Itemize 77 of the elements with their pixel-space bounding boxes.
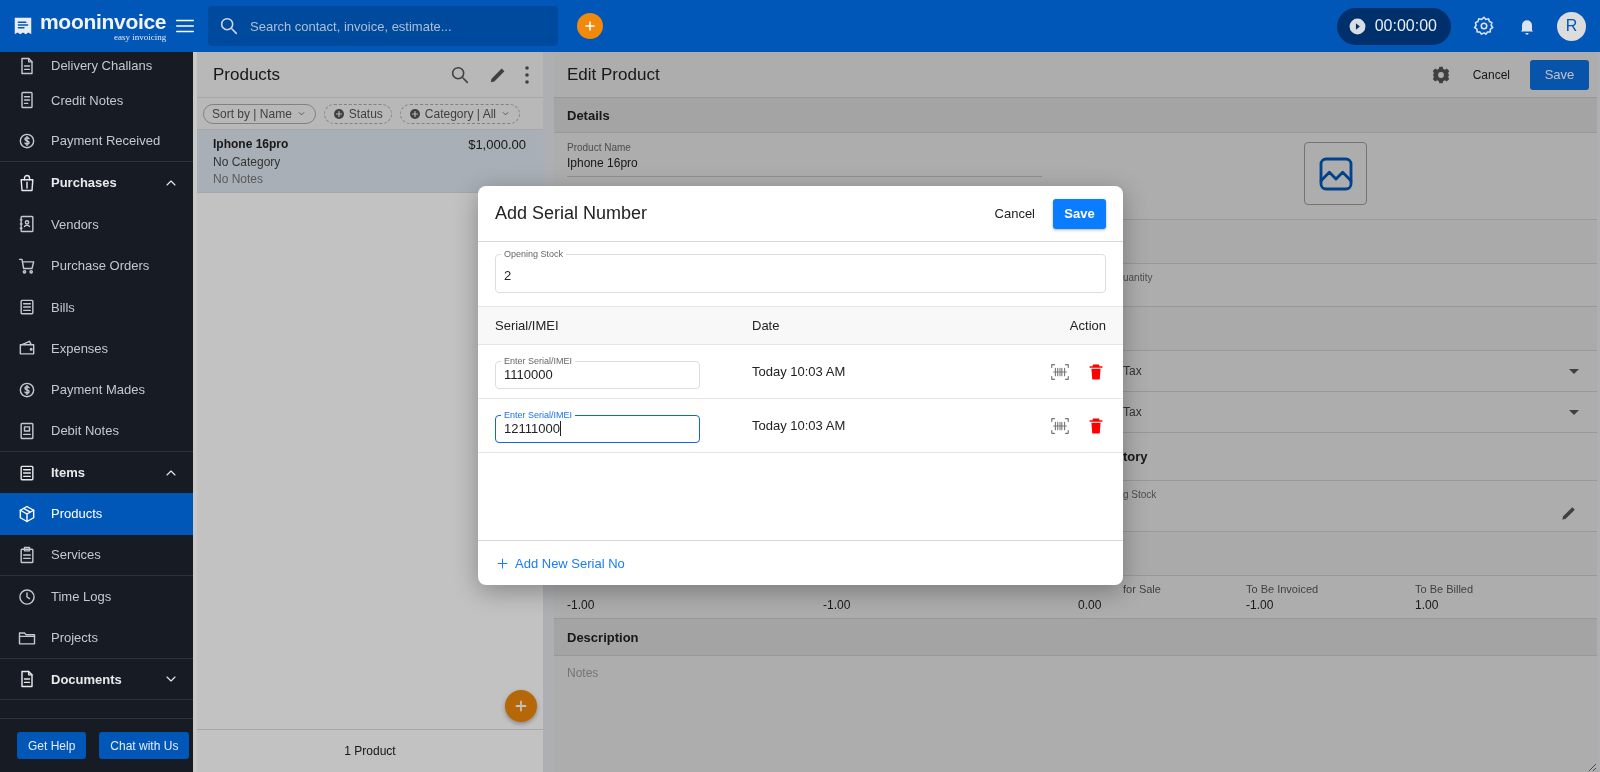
plus-icon	[582, 18, 598, 34]
sidebar-item[interactable]: Purchase Orders	[0, 244, 193, 287]
more-icon	[525, 65, 529, 84]
plus-circle-icon	[408, 107, 421, 120]
date-cell-text: Today 10:03 AM	[752, 418, 847, 433]
contact-book-icon	[17, 214, 37, 235]
section-heading: Details	[567, 107, 610, 123]
panel-title: Edit Product	[567, 64, 661, 85]
sidebar-item[interactable]: Credit Notes	[0, 79, 193, 121]
chat-button[interactable]: Chat with Us	[99, 732, 190, 759]
sidebar-section[interactable]: Documents	[0, 658, 193, 701]
note-icon	[17, 420, 37, 441]
product-name-field[interactable]: Product Name Iphone 16pro	[567, 142, 1042, 177]
column-header: Action	[1069, 318, 1106, 333]
play-icon	[1347, 16, 1367, 36]
column-header: Date	[752, 318, 781, 333]
cancel-button[interactable]: Cancel	[994, 206, 1035, 221]
sidebar-item[interactable]: Vendors	[0, 203, 193, 245]
field-label: uantity	[1123, 272, 1153, 285]
settings-icon	[1430, 64, 1451, 85]
clock-icon	[17, 586, 37, 607]
timer[interactable]: 00:00:00	[1336, 7, 1451, 45]
more-button[interactable]	[525, 65, 529, 84]
section-heading: tory	[1123, 449, 1148, 464]
product-count: 1 Product	[344, 744, 396, 758]
notes-field[interactable]: Notes	[554, 656, 1597, 772]
receipt-logo-icon	[12, 15, 34, 37]
sidebar-item[interactable]: Projects	[0, 617, 193, 659]
brand-tagline: easy invoicing	[113, 32, 167, 42]
plus-icon	[495, 555, 510, 571]
sidebar-section[interactable]: Purchases	[0, 162, 193, 204]
plus-circle-icon	[332, 107, 345, 120]
sidebar-item[interactable]: Delivery Challans	[0, 52, 193, 80]
add-button[interactable]	[577, 13, 603, 39]
box-icon	[17, 504, 37, 524]
stat-label: for Sale	[1123, 583, 1161, 595]
save-button[interactable]: Save	[1053, 198, 1106, 229]
dropdown-arrow-icon	[1569, 368, 1579, 374]
date-cell-text: Today 10:03 AM	[752, 364, 847, 379]
dialog-title: Add Serial Number	[495, 203, 649, 224]
user-avatar[interactable]: R	[1557, 11, 1586, 41]
sidebar-item[interactable]: Products	[0, 493, 193, 535]
sidebar-section[interactable]: Items	[0, 451, 193, 494]
stat-value: -1.00	[1246, 598, 1275, 612]
stat-value: -1.00	[567, 598, 596, 612]
sidebar-item[interactable]: Time Logs	[0, 576, 193, 618]
image-upload[interactable]	[1304, 142, 1367, 205]
cancel-button[interactable]: Cancel	[1472, 67, 1510, 82]
stat-label: To Be Billed	[1415, 583, 1474, 595]
stat-label: To Be Invoiced	[1246, 583, 1319, 595]
settings-icon	[1473, 15, 1495, 37]
sidebar-item[interactable]: Payment Received	[0, 120, 193, 163]
sidebar-item[interactable]: Services	[0, 534, 193, 577]
section-heading: Description	[567, 629, 639, 645]
save-button[interactable]: Save	[1530, 59, 1589, 90]
dropdown-arrow-icon	[1569, 409, 1579, 415]
panel-title: Products	[213, 64, 282, 85]
brand-name: mooninvoice	[40, 10, 167, 32]
sidebar-item[interactable]: Expenses	[0, 327, 193, 370]
product-item[interactable]: Iphone 16pro $1,000.00 No Category No Notes	[197, 130, 543, 193]
settings-button[interactable]	[1473, 15, 1495, 37]
clipboard-icon	[17, 544, 37, 565]
field-label: g Stock	[1123, 489, 1158, 502]
sidebar-item[interactable]: Payment Mades	[0, 369, 193, 411]
search-field[interactable]: Search contact, invoice, estimate...	[208, 6, 558, 46]
stat-value: 1.00	[1415, 598, 1440, 612]
tax-select[interactable]: Tax	[1123, 364, 1569, 378]
sidebar-item[interactable]: Bills	[0, 286, 193, 328]
add-serial-link[interactable]: Add New Serial No	[495, 555, 625, 571]
stat-value: 0.00	[1078, 598, 1103, 612]
help-button[interactable]: Get Help	[17, 732, 87, 759]
tax-select[interactable]: Tax	[1123, 405, 1569, 419]
settings-button[interactable]	[1430, 64, 1451, 85]
sidebar-item[interactable]: Debit Notes	[0, 410, 193, 452]
search-icon	[218, 15, 240, 37]
stat-value: -1.00	[823, 598, 852, 612]
column-header: Serial/IMEI	[495, 318, 560, 333]
